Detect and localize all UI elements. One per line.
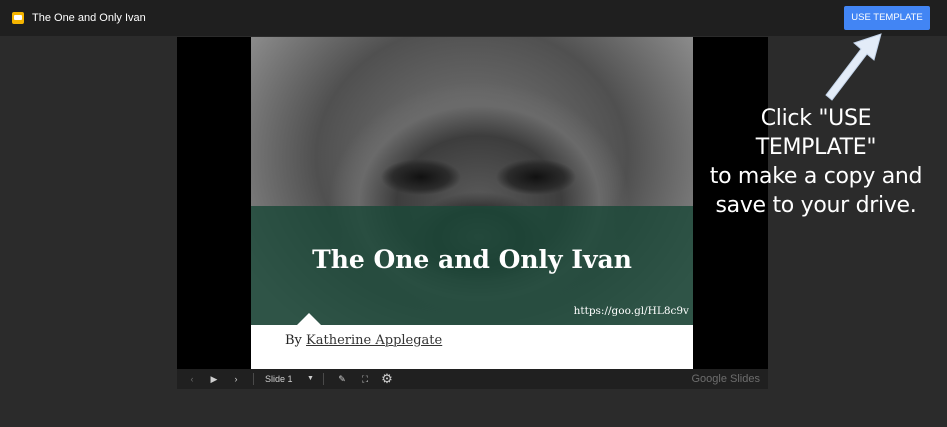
top-bar: The One and Only Ivan USE TEMPLATE [0,0,947,36]
byline: By Katherine Applegate [285,332,442,350]
instruction-line-3: save to your drive. [715,193,917,218]
slide-select[interactable]: Slide 1 ▼ [265,369,315,389]
pen-icon[interactable]: ✎ [335,369,349,389]
fullscreen-icon[interactable]: ⛶ [358,369,372,389]
presentation-controls: ‹ ▶ › Slide 1 ▼ ✎ ⛶ ⚙ Google Slides [177,369,768,389]
slide-select-label: Slide 1 [265,374,293,384]
slide-canvas[interactable]: The One and Only Ivan https://goo.gl/HL8… [251,37,693,369]
document-title: The One and Only Ivan [32,12,146,24]
gear-icon[interactable]: ⚙ [379,369,395,389]
slide-url: https://goo.gl/HL8c9v [573,305,689,317]
instruction-line-2: to make a copy and [709,164,923,189]
slide-viewer: The One and Only Ivan https://goo.gl/HL8… [177,37,768,369]
next-slide-icon[interactable]: › [229,369,243,389]
google-slides-logo: Google Slides [691,373,761,385]
slides-icon [12,12,24,24]
play-icon[interactable]: ▶ [207,369,221,389]
divider [253,373,254,385]
chevron-down-icon: ▼ [307,375,314,382]
divider [323,373,324,385]
byline-prefix: By [285,333,307,348]
author-link[interactable]: Katherine Applegate [306,333,442,348]
caret-decoration [297,313,321,325]
slide-title: The One and Only Ivan [312,245,632,274]
instruction-text: Click "USE TEMPLATE" to make a copy and … [700,104,932,220]
instruction-line-1: Click "USE TEMPLATE" [755,106,877,160]
previous-slide-icon[interactable]: ‹ [185,369,199,389]
use-template-button[interactable]: USE TEMPLATE [844,6,930,30]
